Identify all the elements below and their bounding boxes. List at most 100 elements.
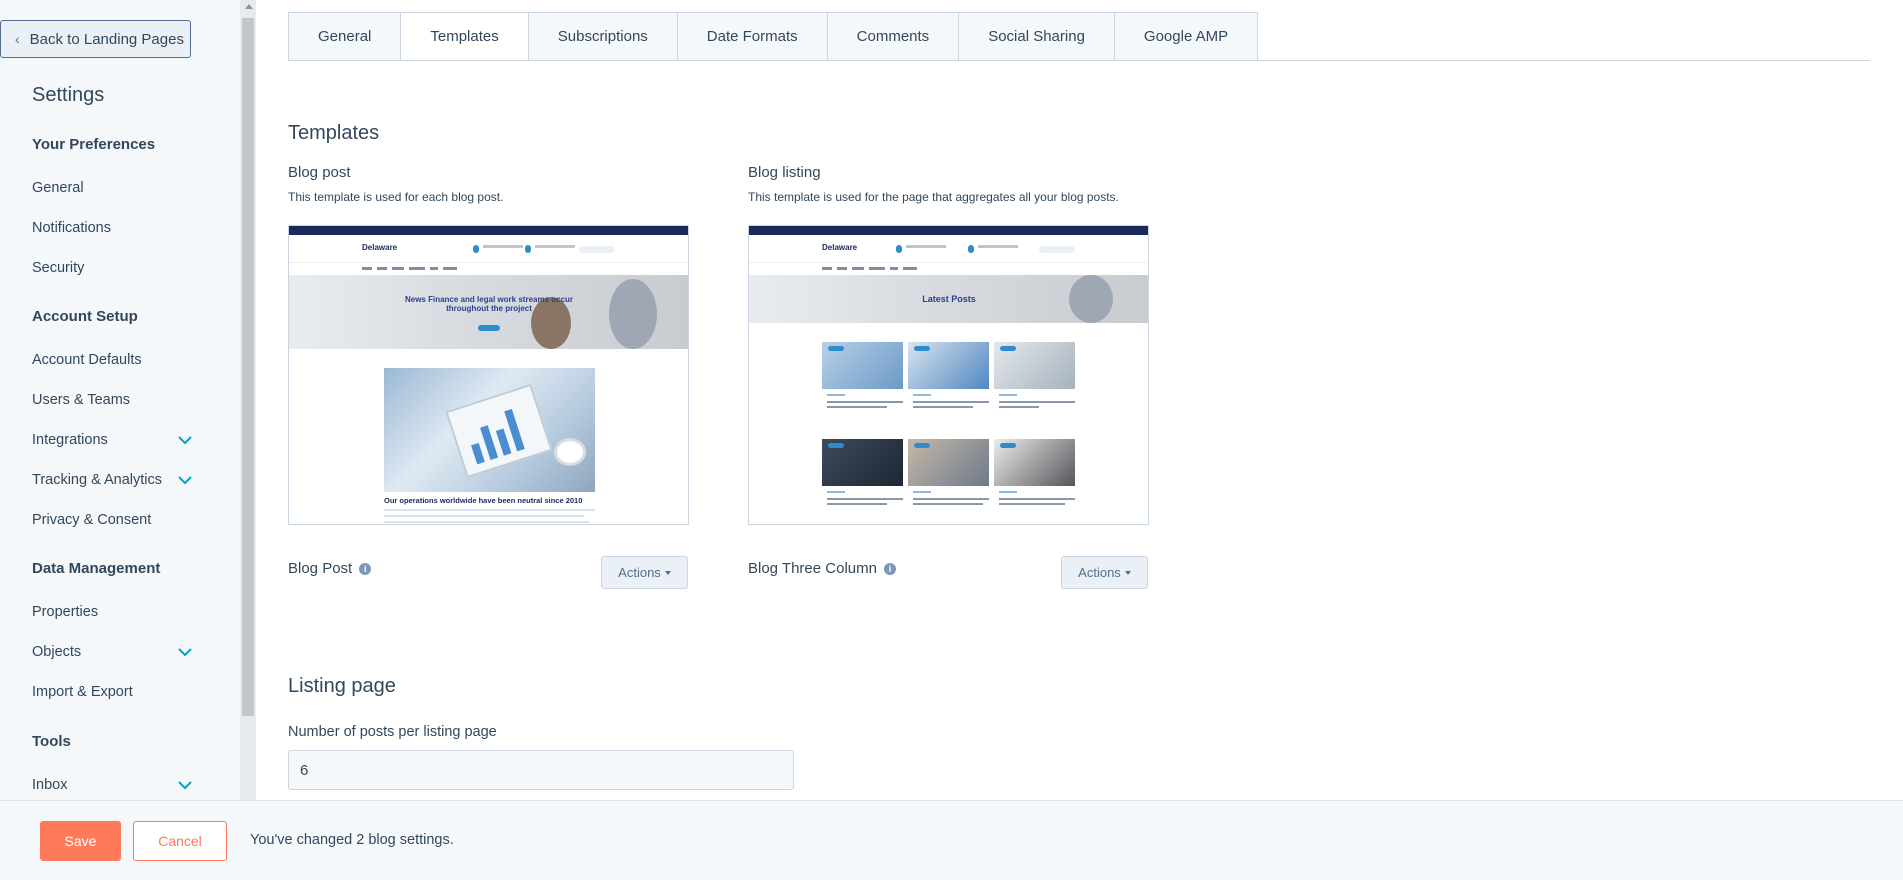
preview-nav-link — [377, 267, 387, 270]
settings-title: Settings — [32, 84, 105, 106]
sidebar-item-import-export[interactable]: Import & Export — [32, 684, 192, 700]
post-card-text — [913, 503, 983, 505]
preview-topbar — [289, 226, 688, 235]
cancel-button[interactable]: Cancel — [133, 821, 227, 861]
section-tools: Tools — [32, 733, 71, 750]
preview-date-pill — [478, 325, 500, 331]
section-your-preferences: Your Preferences — [32, 136, 156, 153]
preview-header: Delaware — [749, 235, 1148, 263]
tablet-chart-bar — [495, 428, 512, 456]
preview-nav — [289, 263, 688, 275]
preview-nav-link — [362, 267, 372, 270]
post-card-text — [999, 401, 1075, 403]
sidebar-item-users-teams[interactable]: Users & Teams — [32, 392, 192, 408]
post-card-text — [913, 406, 973, 408]
post-card-image — [908, 439, 989, 486]
sidebar-item-integrations[interactable]: Integrations — [32, 432, 192, 448]
tab-comments[interactable]: Comments — [827, 12, 960, 61]
sidebar-item-label: Notifications — [32, 220, 111, 236]
preview-text-line — [384, 515, 584, 517]
tablet-image — [445, 383, 553, 479]
info-icon[interactable]: i — [359, 562, 372, 575]
phone-icon — [473, 245, 479, 253]
blog-listing-preview[interactable]: Delaware Latest Posts — [748, 225, 1149, 525]
preview-phone-text — [483, 245, 523, 248]
post-card-text — [999, 503, 1065, 505]
chevron-down-icon[interactable] — [178, 435, 192, 445]
posts-per-page-input[interactable] — [288, 750, 794, 790]
post-card-date — [999, 491, 1017, 493]
sidebar-item-label: Properties — [32, 604, 99, 620]
post-card-text — [999, 406, 1039, 408]
post-card-tag — [914, 443, 930, 448]
preview-nav-link — [822, 267, 832, 270]
actions-label: Actions — [618, 565, 661, 580]
sidebar-item-general[interactable]: General — [32, 180, 192, 196]
preview-hero: Latest Posts — [749, 275, 1148, 323]
sidebar-nav: ‹ Back to Landing Pages Settings Your Pr… — [0, 0, 240, 800]
caret-down-icon — [1124, 570, 1131, 575]
preview-hero-text: News Finance and legal work streams occu… — [404, 295, 574, 313]
preview-text-line — [384, 521, 589, 523]
sidebar-item-inbox[interactable]: Inbox — [32, 777, 192, 793]
tab-subscriptions[interactable]: Subscriptions — [528, 12, 678, 61]
sidebar-item-account-defaults[interactable]: Account Defaults — [32, 352, 192, 368]
sidebar-item-label: Privacy & Consent — [32, 512, 152, 528]
preview-nav-link — [890, 267, 898, 270]
preview-nav-link — [443, 267, 457, 270]
main-content: General Templates Subscriptions Date For… — [256, 0, 1903, 800]
chevron-down-icon[interactable] — [178, 475, 192, 485]
post-card-text — [827, 401, 903, 403]
post-card-date — [827, 394, 845, 396]
sidebar-item-notifications[interactable]: Notifications — [32, 220, 192, 236]
post-card-tag — [1000, 443, 1016, 448]
tab-general[interactable]: General — [288, 12, 402, 61]
post-card-text — [827, 498, 903, 500]
blog-post-actions-button[interactable]: Actions — [601, 556, 688, 589]
preview-address-text — [978, 245, 1018, 248]
unsaved-changes-message: You've changed 2 blog settings. — [250, 832, 454, 848]
scroll-up-arrow-icon[interactable] — [245, 4, 253, 9]
blog-post-preview[interactable]: Delaware News Finance and legal work str… — [288, 225, 689, 525]
chevron-down-icon[interactable] — [178, 647, 192, 657]
sidebar-item-label: General — [32, 180, 84, 196]
tab-templates[interactable]: Templates — [401, 12, 529, 61]
post-card-tag — [828, 443, 844, 448]
post-card-date — [827, 491, 845, 493]
save-bar: Save Cancel You've changed 2 blog settin… — [0, 800, 1903, 880]
caret-down-icon — [664, 570, 671, 575]
tab-social-sharing[interactable]: Social Sharing — [959, 12, 1115, 61]
preview-topbar — [749, 226, 1148, 235]
blog-listing-template-name: Blog Three Column i — [748, 560, 896, 577]
tab-date-formats[interactable]: Date Formats — [677, 12, 828, 61]
post-card-text — [999, 498, 1075, 500]
sidebar-scrollbar-thumb[interactable] — [242, 18, 254, 716]
preview-address-text — [535, 245, 575, 248]
preview-nav-link — [392, 267, 404, 270]
preview-quote-button — [1039, 246, 1075, 253]
tab-google-amp[interactable]: Google AMP — [1114, 12, 1259, 61]
back-to-landing-pages-button[interactable]: ‹ Back to Landing Pages — [0, 20, 191, 58]
preview-person — [1069, 275, 1113, 323]
preview-header: Delaware — [289, 235, 688, 263]
preview-article-image — [384, 368, 595, 492]
blog-listing-actions-button[interactable]: Actions — [1061, 556, 1148, 589]
post-card-image — [994, 342, 1075, 389]
preview-hero: News Finance and legal work streams occu… — [289, 275, 688, 349]
location-icon — [525, 245, 531, 253]
sidebar-item-label: Tracking & Analytics — [32, 472, 163, 488]
sidebar-item-objects[interactable]: Objects — [32, 644, 192, 660]
post-card-image — [908, 342, 989, 389]
sidebar-item-label: Integrations — [32, 432, 108, 448]
sidebar-item-tracking-analytics[interactable]: Tracking & Analytics — [32, 472, 192, 488]
sidebar-item-privacy-consent[interactable]: Privacy & Consent — [32, 512, 192, 528]
phone-icon — [896, 245, 902, 253]
location-icon — [968, 245, 974, 253]
sidebar-item-properties[interactable]: Properties — [32, 604, 192, 620]
blog-listing-description: This template is used for the page that … — [748, 190, 1119, 204]
preview-logo: Delaware — [362, 243, 398, 252]
info-icon[interactable]: i — [883, 562, 896, 575]
save-button[interactable]: Save — [40, 821, 121, 861]
chevron-down-icon[interactable] — [178, 780, 192, 790]
sidebar-item-security[interactable]: Security — [32, 260, 192, 276]
